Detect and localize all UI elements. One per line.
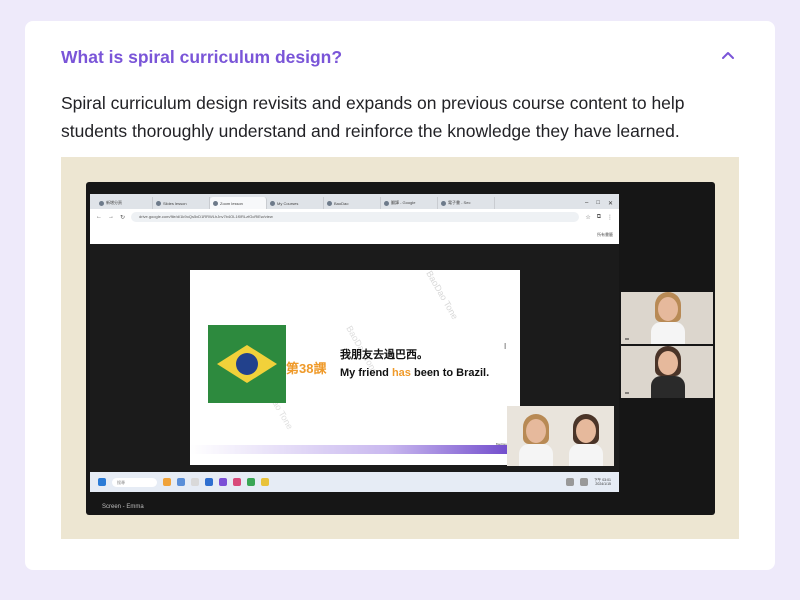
system-tray: 下午 03:01 2024/1/15 xyxy=(566,478,611,486)
screen-share-label: Screen - Emma xyxy=(102,504,144,510)
maximize-icon: □ xyxy=(596,200,600,206)
participant-video xyxy=(519,414,553,466)
lesson-screenshot: 新增分頁 Slides lesson Zoom lesson My Course… xyxy=(86,182,715,515)
lesson-label: 第38課 xyxy=(286,361,327,376)
sentence-english: My friend has been to Brazil. xyxy=(340,367,490,379)
text-cursor-icon: I xyxy=(504,342,507,351)
participants-overlay xyxy=(507,406,614,466)
browser-tab-active: Zoom lesson xyxy=(210,197,267,209)
taskbar-search: 搜尋 xyxy=(112,477,157,487)
participant-name-tag xyxy=(625,338,629,340)
faq-toggle[interactable]: What is spiral curriculum design? xyxy=(61,45,739,73)
app-icon xyxy=(205,478,213,486)
tab-favicon-icon xyxy=(156,200,161,206)
reload-icon: ↻ xyxy=(120,214,126,221)
close-icon: ✕ xyxy=(607,200,613,207)
bookmark-folder: 所有書籤 xyxy=(597,232,613,237)
extensions-icon: ⧉ xyxy=(596,213,601,220)
volume-icon xyxy=(580,478,589,486)
bookmarks-bar: 所有書籤 xyxy=(90,225,619,244)
tab-favicon-icon xyxy=(384,200,389,206)
browser-tab: My Courses xyxy=(267,197,324,209)
chevron-up-icon[interactable] xyxy=(721,49,735,63)
brazil-flag-image xyxy=(208,325,286,403)
tab-favicon-icon xyxy=(213,200,218,206)
participant-video xyxy=(621,292,713,344)
app-icon xyxy=(177,478,185,486)
chrome-icon xyxy=(261,478,269,486)
tab-favicon-icon xyxy=(99,200,104,206)
clock: 下午 03:01 2024/1/15 xyxy=(594,478,611,486)
app-icon xyxy=(247,478,255,486)
lesson-slide: BaoDao Tone BaoDao Tone BaoDao Tone 第38課… xyxy=(190,270,520,465)
minimize-icon: – xyxy=(585,200,589,206)
participant-video xyxy=(569,414,603,466)
browser-window: 新增分頁 Slides lesson Zoom lesson My Course… xyxy=(90,194,619,244)
side-camera-panel xyxy=(621,292,713,398)
sentence-chinese: 我朋友去過巴西。 xyxy=(340,348,428,361)
forward-icon: → xyxy=(108,214,114,220)
app-icon xyxy=(163,478,171,486)
faq-answer: Spiral curriculum design revisits and ex… xyxy=(61,93,685,141)
wifi-icon xyxy=(566,478,575,486)
faq-question: What is spiral curriculum design? xyxy=(61,47,343,67)
browser-tab: 翻譯 - Google xyxy=(381,197,438,209)
tab-favicon-icon xyxy=(441,200,446,206)
browser-tab: 新增分頁 xyxy=(96,197,153,209)
tab-favicon-icon xyxy=(327,200,332,206)
browser-tabbar: 新增分頁 Slides lesson Zoom lesson My Course… xyxy=(90,194,619,209)
faq-card: What is spiral curriculum design? Spiral… xyxy=(25,21,775,570)
browser-tab: BaoDao xyxy=(324,197,381,209)
app-icon xyxy=(219,478,227,486)
menu-dots-icon: ⋮ xyxy=(607,214,613,221)
lesson-screenshot-frame: 新增分頁 Slides lesson Zoom lesson My Course… xyxy=(61,157,739,539)
app-icon xyxy=(233,478,241,486)
window-controls: – □ ✕ xyxy=(585,197,619,209)
start-icon xyxy=(98,478,106,486)
browser-tab: Slides lesson xyxy=(153,197,210,209)
back-icon: ← xyxy=(96,214,102,220)
address-bar: drive.google.com/file/d/1k9oQs5xD1RRWLhJ… xyxy=(131,212,580,222)
participant-name-tag xyxy=(625,392,629,394)
tab-favicon-icon xyxy=(270,200,275,206)
app-icon xyxy=(191,478,199,486)
participant-video xyxy=(621,346,713,398)
star-icon: ☆ xyxy=(585,214,591,221)
browser-tab: 電子書 - Sec xyxy=(438,197,495,209)
watermark: BaoDao Tone xyxy=(424,270,461,322)
windows-taskbar: 搜尋 下午 03:01 2024/1/15 xyxy=(90,472,619,492)
slide-footer-bar xyxy=(190,445,520,454)
browser-toolbar: ← → ↻ drive.google.com/file/d/1k9oQs5xD1… xyxy=(90,209,619,225)
